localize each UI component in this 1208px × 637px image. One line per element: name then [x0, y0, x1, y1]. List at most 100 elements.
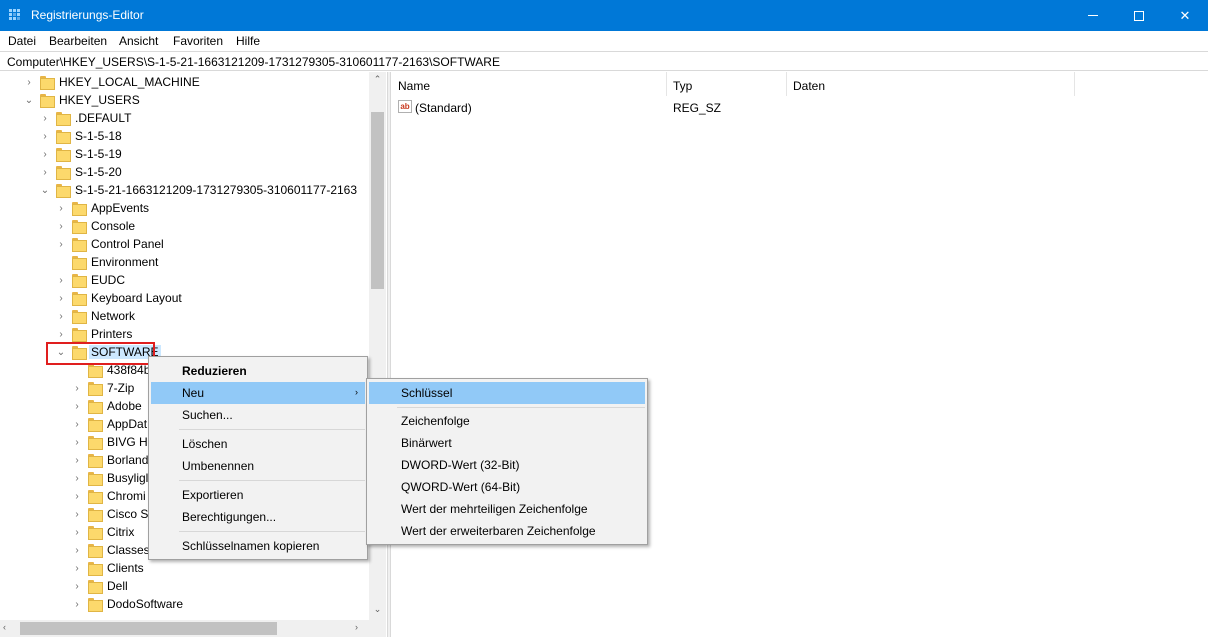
chevron-down-icon[interactable]: ⌄ [39, 181, 51, 199]
address-path[interactable]: Computer\HKEY_USERS\S-1-5-21-1663121209-… [7, 55, 500, 69]
chevron-right-icon[interactable]: › [39, 127, 51, 145]
chevron-right-icon[interactable]: › [71, 379, 83, 397]
tree-item[interactable]: ⌄ HKEY_USERS [0, 91, 369, 109]
scrollbar-corner [369, 620, 386, 637]
context-menu-label: Reduzieren [182, 364, 247, 378]
chevron-right-icon[interactable]: › [71, 523, 83, 541]
tree-item[interactable]: › S-1-5-19 [0, 145, 369, 163]
column-header-type[interactable]: Typ [673, 72, 787, 96]
chevron-right-icon[interactable]: › [71, 451, 83, 469]
submenu-label: Schlüssel [401, 386, 453, 400]
chevron-right-icon[interactable]: › [71, 595, 83, 613]
tree-item[interactable]: › Control Panel [0, 235, 369, 253]
folder-icon [88, 562, 103, 576]
column-header-name[interactable]: Name [398, 72, 667, 96]
folder-icon [72, 238, 87, 252]
chevron-right-icon[interactable]: › [55, 307, 67, 325]
tree-item[interactable]: › .DEFAULT [0, 109, 369, 127]
chevron-right-icon[interactable]: › [55, 325, 67, 343]
values-pane[interactable]: Name Typ Daten ab (Standard) REG_SZ [391, 72, 1208, 637]
context-menu-item-berechtigungen[interactable]: Berechtigungen... [151, 506, 365, 528]
tree-item[interactable]: › HKEY_LOCAL_MACHINE [0, 73, 369, 91]
chevron-right-icon[interactable]: › [71, 577, 83, 595]
chevron-right-icon[interactable]: › [55, 289, 67, 307]
tree-item-label: Control Panel [91, 237, 164, 251]
tree-item[interactable]: ⌄ S-1-5-21-1663121209-1731279305-31060117… [0, 181, 369, 199]
tree-vertical-scroll-thumb[interactable] [371, 112, 384, 289]
maximize-button[interactable] [1116, 0, 1162, 31]
chevron-right-icon[interactable]: › [55, 217, 67, 235]
context-menu-item-reduzieren[interactable]: Reduzieren [151, 360, 365, 382]
chevron-right-icon[interactable]: › [71, 415, 83, 433]
chevron-right-icon[interactable]: › [39, 109, 51, 127]
chevron-right-icon[interactable]: › [55, 235, 67, 253]
tree-item[interactable]: › AppEvents [0, 199, 369, 217]
chevron-right-icon[interactable]: › [71, 559, 83, 577]
chevron-down-icon[interactable]: ⌄ [23, 91, 35, 109]
tree-item[interactable]: › DodoSoftware [0, 595, 369, 613]
chevron-right-icon[interactable]: › [23, 73, 35, 91]
menu-favoriten[interactable]: Favoriten [173, 34, 223, 48]
folder-icon [56, 130, 71, 144]
chevron-right-icon[interactable]: › [71, 505, 83, 523]
submenu-item-expandable-string[interactable]: Wert der erweiterbaren Zeichenfolge [369, 520, 645, 542]
tree-item[interactable]: › Printers [0, 325, 369, 343]
close-button[interactable]: ✕ [1162, 0, 1208, 31]
scroll-right-icon[interactable]: › [355, 622, 358, 632]
submenu-item-zeichenfolge[interactable]: Zeichenfolge [369, 410, 645, 432]
menu-ansicht[interactable]: Ansicht [119, 34, 158, 48]
chevron-right-icon[interactable]: › [71, 541, 83, 559]
submenu-separator [397, 407, 645, 408]
context-menu-item-umbenennen[interactable]: Umbenennen [151, 455, 365, 477]
menu-bearbeiten[interactable]: Bearbeiten [49, 34, 107, 48]
scroll-left-icon[interactable]: ‹ [3, 622, 6, 632]
minimize-button[interactable] [1070, 0, 1116, 31]
window-title: Registrierungs-Editor [31, 8, 144, 22]
tree-item[interactable]: Environment [0, 253, 369, 271]
context-menu-item-exportieren[interactable]: Exportieren [151, 484, 365, 506]
tree-item[interactable]: › S-1-5-20 [0, 163, 369, 181]
scroll-up-icon[interactable]: ⌃ [369, 74, 386, 88]
context-menu-item-suchen[interactable]: Suchen... [151, 404, 365, 426]
tree-item[interactable]: › S-1-5-18 [0, 127, 369, 145]
chevron-right-icon[interactable]: › [55, 199, 67, 217]
column-header-data[interactable]: Daten [793, 72, 1075, 96]
submenu-item-qword[interactable]: QWORD-Wert (64-Bit) [369, 476, 645, 498]
tree-item[interactable]: › Clients [0, 559, 369, 577]
menu-datei[interactable]: Datei [8, 34, 36, 48]
chevron-right-icon[interactable]: › [71, 397, 83, 415]
folder-icon [40, 94, 55, 108]
menu-hilfe[interactable]: Hilfe [236, 34, 260, 48]
address-bar[interactable]: Computer\HKEY_USERS\S-1-5-21-1663121209-… [0, 51, 1208, 71]
tree-item[interactable]: › EUDC [0, 271, 369, 289]
tree-horizontal-scrollbar[interactable]: ‹ › [0, 620, 369, 637]
chevron-right-icon[interactable]: › [71, 469, 83, 487]
folder-icon [88, 490, 103, 504]
tree-item[interactable]: › Keyboard Layout [0, 289, 369, 307]
chevron-right-icon[interactable]: › [39, 163, 51, 181]
submenu-item-dword[interactable]: DWORD-Wert (32-Bit) [369, 454, 645, 476]
submenu-label: QWORD-Wert (64-Bit) [401, 480, 521, 494]
tree-item[interactable]: › Network [0, 307, 369, 325]
chevron-right-icon[interactable]: › [71, 433, 83, 451]
scroll-down-icon[interactable]: ⌄ [369, 604, 386, 618]
context-menu-item-loeschen[interactable]: Löschen [151, 433, 365, 455]
chevron-right-icon[interactable]: › [39, 145, 51, 163]
context-menu-item-neu[interactable]: Neu › [151, 382, 365, 404]
tree-horizontal-scroll-thumb[interactable] [20, 622, 277, 635]
folder-icon [56, 184, 71, 198]
tree-item[interactable]: › Dell [0, 577, 369, 595]
submenu-item-binaerwert[interactable]: Binärwert [369, 432, 645, 454]
submenu-item-schluessel[interactable]: Schlüssel [369, 382, 645, 404]
chevron-right-icon[interactable]: › [55, 271, 67, 289]
tree-item-label: Environment [91, 255, 159, 269]
submenu-item-multi-string[interactable]: Wert der mehrteiligen Zeichenfolge [369, 498, 645, 520]
tree-item-label: AppDat [107, 417, 148, 431]
tree-item[interactable]: › Console [0, 217, 369, 235]
tree-item-label: AppEvents [91, 201, 150, 215]
context-menu-item-schluesselnamen-kopieren[interactable]: Schlüsselnamen kopieren [151, 535, 365, 557]
value-row[interactable]: ab (Standard) REG_SZ [391, 99, 1091, 117]
chevron-right-icon[interactable]: › [71, 487, 83, 505]
tree-item-label: Borland [107, 453, 149, 467]
chevron-right-icon[interactable] [55, 253, 67, 271]
